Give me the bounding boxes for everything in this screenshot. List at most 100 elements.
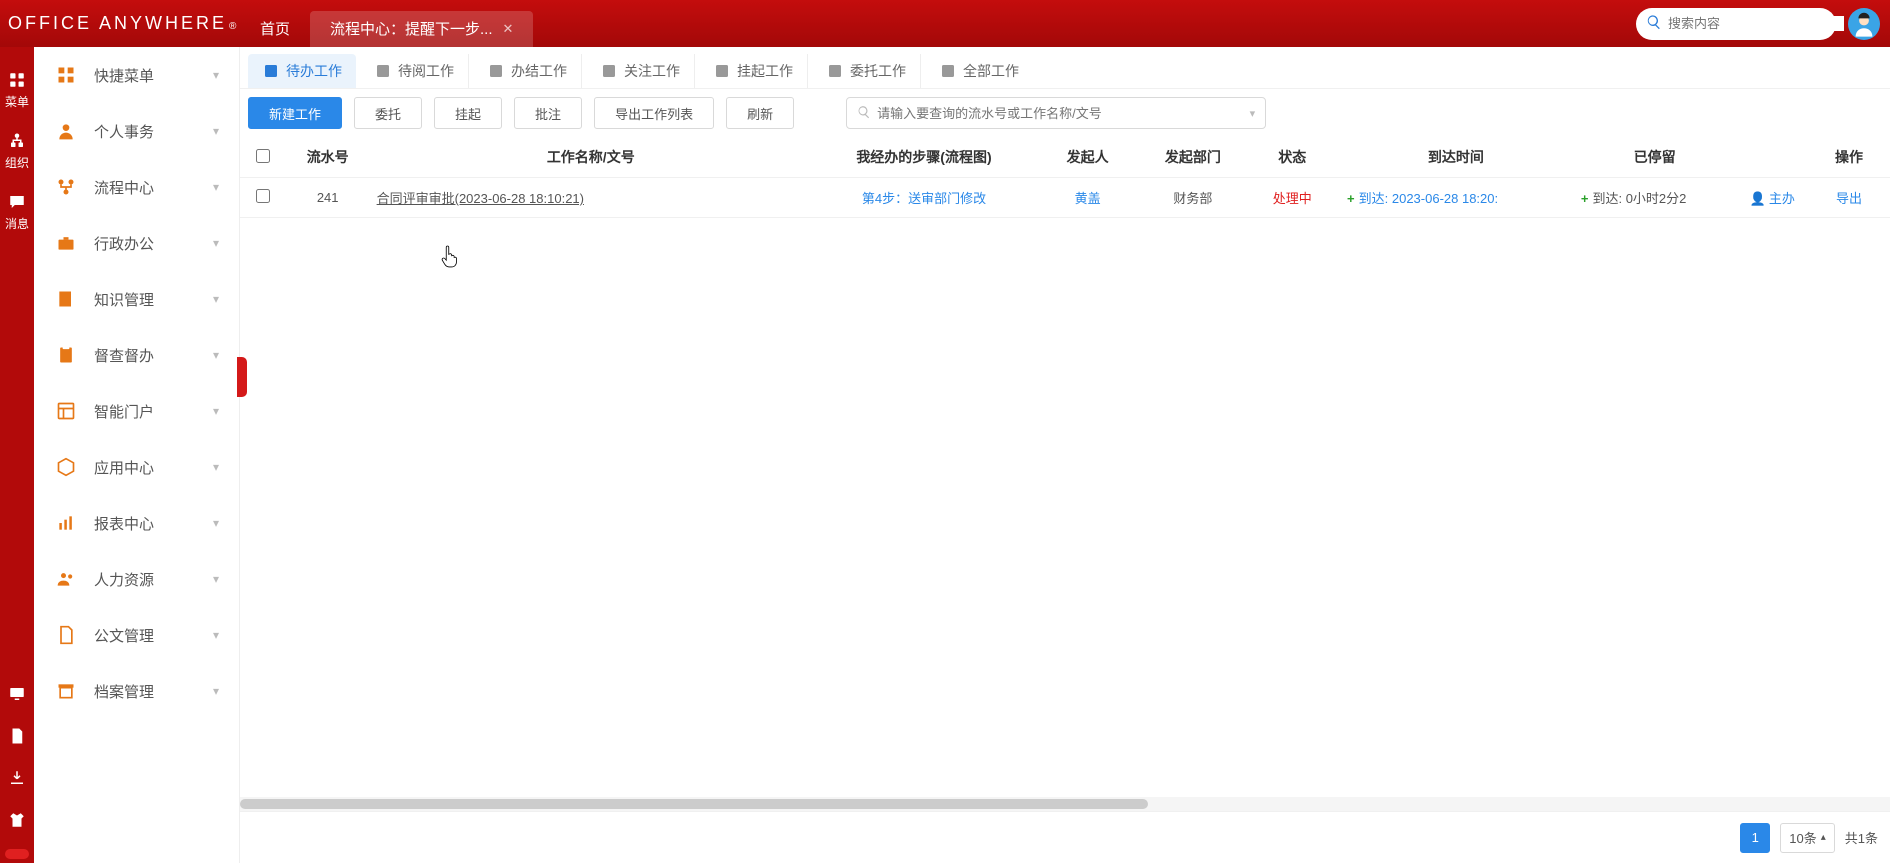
hold-icon bbox=[713, 62, 731, 80]
row-checkbox[interactable] bbox=[256, 189, 270, 203]
export-list-button[interactable]: 导出工作列表 bbox=[594, 97, 714, 129]
worktab-delegate[interactable]: 委托工作 bbox=[812, 54, 921, 88]
rail-file-icon[interactable] bbox=[8, 717, 26, 759]
sidebar-item-label: 流程中心 bbox=[94, 177, 213, 198]
chevron-down-icon[interactable]: ▾ bbox=[1250, 107, 1256, 120]
layout-icon bbox=[54, 399, 78, 423]
stay-prefix-text: 到达: bbox=[1592, 191, 1622, 206]
worktab-label: 全部工作 bbox=[963, 61, 1019, 81]
worktab-done[interactable]: 办结工作 bbox=[473, 54, 582, 88]
cell-stay-text: 0小时2分2 bbox=[1626, 191, 1687, 206]
sidebar-item-label: 人力资源 bbox=[94, 569, 213, 590]
worktab-label: 关注工作 bbox=[624, 61, 680, 81]
sidebar-item-label: 行政办公 bbox=[94, 233, 213, 254]
cell-role[interactable]: 主办 bbox=[1769, 191, 1795, 206]
chevron-down-icon: ▾ bbox=[213, 572, 219, 586]
worktab-label: 待阅工作 bbox=[398, 61, 454, 81]
chevron-down-icon: ▾ bbox=[213, 180, 219, 194]
worktab-label: 办结工作 bbox=[511, 61, 567, 81]
col-flowno: 流水号 bbox=[287, 137, 369, 178]
hold-button[interactable]: 挂起 bbox=[434, 97, 502, 129]
worktab-follow[interactable]: 关注工作 bbox=[586, 54, 695, 88]
tab-home[interactable]: 首页 bbox=[240, 11, 310, 47]
avatar[interactable] bbox=[1848, 8, 1880, 40]
archive-icon bbox=[54, 679, 78, 703]
left-rail: 菜单 组织 消息 bbox=[0, 47, 34, 863]
col-step: 我经办的步骤(流程图) bbox=[813, 137, 1035, 178]
people-icon bbox=[54, 567, 78, 591]
page-button-1[interactable]: 1 bbox=[1740, 823, 1770, 853]
filter-input[interactable] bbox=[877, 106, 1249, 121]
chevron-down-icon: ▾ bbox=[213, 236, 219, 250]
work-tab-bar: 待办工作 待阅工作 办结工作 关注工作 挂起工作 委托工作 bbox=[240, 47, 1890, 89]
sidebar-item-report[interactable]: 报表中心 ▾ bbox=[34, 495, 239, 551]
table-row[interactable]: 241 合同评审审批(2023-06-28 18:10:21) 第4步：送审部门… bbox=[240, 178, 1890, 218]
sidebar-item-knowledge[interactable]: 知识管理 ▾ bbox=[34, 271, 239, 327]
sidebar-item-admin[interactable]: 行政办公 ▾ bbox=[34, 215, 239, 271]
chevron-down-icon: ▾ bbox=[213, 516, 219, 530]
col-status: 状态 bbox=[1245, 137, 1339, 178]
sidebar-item-portal[interactable]: 智能门户 ▾ bbox=[34, 383, 239, 439]
rail-monitor-icon[interactable] bbox=[8, 675, 26, 717]
rail-tshirt-icon[interactable] bbox=[8, 801, 26, 843]
worktab-label: 挂起工作 bbox=[737, 61, 793, 81]
col-stay: 已停留 bbox=[1573, 137, 1737, 178]
delegate-button[interactable]: 委托 bbox=[354, 97, 422, 129]
rail-label: 组织 bbox=[0, 154, 34, 171]
sidebar-item-docs[interactable]: 公文管理 ▾ bbox=[34, 607, 239, 663]
horizontal-scrollbar[interactable] bbox=[240, 797, 1890, 811]
cell-op-export[interactable]: 导出 bbox=[1836, 191, 1862, 206]
rail-download-icon[interactable] bbox=[8, 759, 26, 801]
cell-initiator-link[interactable]: 黄盖 bbox=[1075, 191, 1101, 206]
sidebar-collapse-handle[interactable] bbox=[237, 357, 247, 397]
delegate-icon bbox=[826, 62, 844, 80]
global-search[interactable] bbox=[1636, 8, 1836, 40]
tab-label: 流程中心：提醒下一步... bbox=[330, 18, 493, 39]
sidebar-item-label: 督查督办 bbox=[94, 345, 213, 366]
chevron-down-icon: ▾ bbox=[213, 348, 219, 362]
table-container[interactable]: 流水号 工作名称/文号 我经办的步骤(流程图) 发起人 发起部门 状态 到达时间… bbox=[240, 137, 1890, 797]
rail-org[interactable]: 组织 bbox=[0, 124, 34, 185]
tab-process-center[interactable]: 流程中心：提醒下一步... ✕ bbox=[310, 11, 533, 47]
col-workname: 工作名称/文号 bbox=[369, 137, 813, 178]
sidebar-item-personal[interactable]: 个人事务 ▾ bbox=[34, 103, 239, 159]
sidebar-item-quick[interactable]: 快捷菜单 ▾ bbox=[34, 47, 239, 103]
worktab-pending[interactable]: 待办工作 bbox=[248, 54, 356, 88]
arrive-prefix-text: 到达: bbox=[1359, 191, 1389, 206]
cell-arrive-time[interactable]: 2023-06-28 18:20: bbox=[1392, 191, 1498, 206]
flow-icon bbox=[54, 175, 78, 199]
col-initiator: 发起人 bbox=[1035, 137, 1140, 178]
worktab-toread[interactable]: 待阅工作 bbox=[360, 54, 469, 88]
all-icon bbox=[939, 62, 957, 80]
app-header: OFFICE ANYWHERE® 首页 流程中心：提醒下一步... ✕ bbox=[0, 0, 1890, 47]
rail-menu[interactable]: 菜单 bbox=[0, 63, 34, 124]
rail-label: 消息 bbox=[0, 215, 34, 232]
sidebar-item-archive[interactable]: 档案管理 ▾ bbox=[34, 663, 239, 719]
cell-flowno: 241 bbox=[287, 178, 369, 218]
cube-icon bbox=[54, 455, 78, 479]
annotate-button[interactable]: 批注 bbox=[514, 97, 582, 129]
sidebar-item-appcenter[interactable]: 应用中心 ▾ bbox=[34, 439, 239, 495]
done-icon bbox=[487, 62, 505, 80]
worktab-label: 委托工作 bbox=[850, 61, 906, 81]
refresh-button[interactable]: 刷新 bbox=[726, 97, 794, 129]
cell-workname-link[interactable]: 合同评审审批(2023-06-28 18:10:21) bbox=[377, 191, 584, 206]
app-logo: OFFICE ANYWHERE® bbox=[0, 13, 240, 34]
cell-step-link[interactable]: 第4步：送审部门修改 bbox=[862, 191, 986, 206]
worktab-all[interactable]: 全部工作 bbox=[925, 54, 1033, 88]
sidebar-item-supervise[interactable]: 督查督办 ▾ bbox=[34, 327, 239, 383]
pagination-bar: 1 10条 ▴ 共1条 bbox=[240, 811, 1890, 863]
sidebar-item-hr[interactable]: 人力资源 ▾ bbox=[34, 551, 239, 607]
select-all-checkbox[interactable] bbox=[256, 149, 270, 163]
new-work-button[interactable]: 新建工作 bbox=[248, 97, 342, 129]
worktab-hold[interactable]: 挂起工作 bbox=[699, 54, 808, 88]
global-search-input[interactable] bbox=[1668, 16, 1844, 31]
rail-msg[interactable]: 消息 bbox=[0, 185, 34, 246]
filter-box[interactable]: ▾ bbox=[846, 97, 1266, 129]
rail-pill-icon[interactable] bbox=[8, 843, 26, 863]
sidebar-item-process[interactable]: 流程中心 ▾ bbox=[34, 159, 239, 215]
plus-icon: + bbox=[1581, 191, 1589, 206]
page-size-select[interactable]: 10条 ▴ bbox=[1780, 823, 1835, 853]
close-icon[interactable]: ✕ bbox=[503, 21, 514, 37]
worktab-label: 待办工作 bbox=[286, 61, 342, 81]
